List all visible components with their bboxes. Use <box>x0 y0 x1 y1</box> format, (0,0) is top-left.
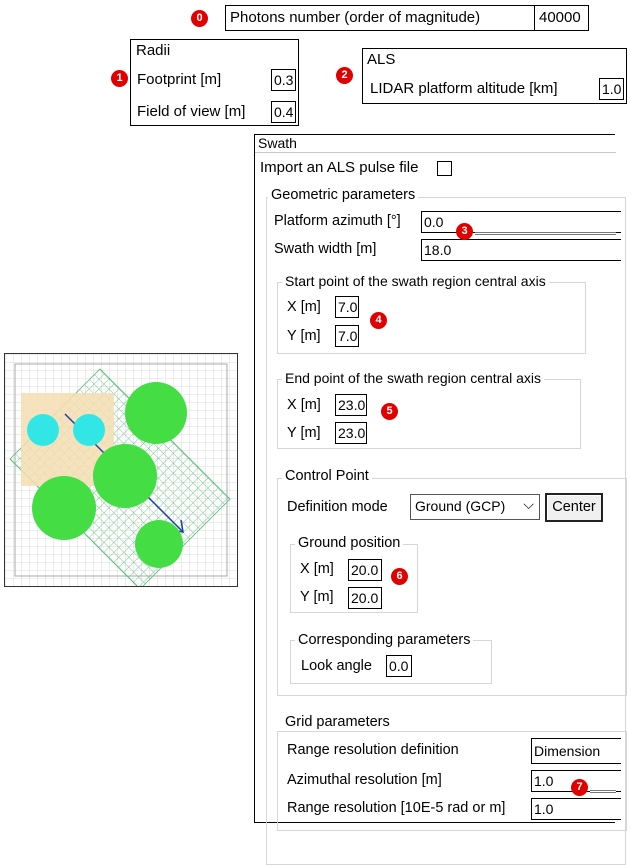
photons-label: Photons number (order of magnitude) <box>230 9 481 26</box>
fov-label: Field of view [m] <box>137 103 246 120</box>
azimuthal-label: Azimuthal resolution [m] <box>287 772 442 788</box>
ground-y-value: 20.0 <box>351 590 379 606</box>
end-group <box>277 379 581 449</box>
photons-value: 40000 <box>539 9 581 26</box>
width-label: Swath width [m] <box>274 241 377 257</box>
fov-value: 0.4 <box>274 104 294 120</box>
range-def-value: Dimension <box>534 743 601 759</box>
azimuth-label: Platform azimuth [°] <box>274 213 401 229</box>
title-separator <box>255 152 616 153</box>
ground-x-value: 20.0 <box>351 562 379 578</box>
range-res-input[interactable]: 1.0 <box>531 798 621 820</box>
start-x-label: X [m] <box>287 299 321 315</box>
cyan-disk <box>73 414 105 446</box>
mode-label: Definition mode <box>287 499 388 515</box>
width-value: 18.0 <box>424 242 452 258</box>
start-x-value: 7.0 <box>338 299 358 315</box>
import-checkbox[interactable] <box>437 161 452 176</box>
grid-title: Grid parameters <box>282 714 393 730</box>
callout-badge-0: 0 <box>191 10 208 27</box>
range-def-select[interactable]: Dimension <box>531 738 621 764</box>
import-label: Import an ALS pulse file <box>260 159 419 176</box>
ground-x-label: X [m] <box>300 561 334 577</box>
end-title: End point of the swath region central ax… <box>282 370 545 386</box>
center-button-label: Center <box>552 499 596 515</box>
photons-label-box: Photons number (order of magnitude) <box>225 5 535 31</box>
altitude-value: 1.0 <box>602 81 622 97</box>
start-x-input[interactable]: 7.0 <box>335 296 359 318</box>
end-y-label: Y [m] <box>287 425 321 441</box>
swath-panel: Swath Import an ALS pulse file Geometric… <box>254 134 627 865</box>
scene-canvas <box>5 354 237 586</box>
end-y-input[interactable]: 23.0 <box>335 422 367 444</box>
start-y-label: Y [m] <box>287 328 321 344</box>
ground-y-label: Y [m] <box>300 589 334 605</box>
mode-select[interactable]: Ground (GCP) ⌵ <box>410 494 540 520</box>
ground-x-input[interactable]: 20.0 <box>348 559 382 581</box>
callout-badge-7: 7 <box>571 779 588 796</box>
start-y-value: 7.0 <box>338 328 358 344</box>
geometric-title: Geometric parameters <box>268 187 419 203</box>
range-def-label: Range resolution definition <box>287 742 459 758</box>
end-x-value: 23.0 <box>338 397 366 413</box>
end-x-label: X [m] <box>287 397 321 413</box>
width-input[interactable]: 18.0 <box>421 239 621 261</box>
mode-value: Ground (GCP) <box>415 498 506 514</box>
corresponding-title: Corresponding parameters <box>295 632 474 648</box>
chevron-down-icon: ⌵ <box>523 496 534 512</box>
callout-badge-3: 3 <box>456 223 473 240</box>
radii-title: Radii <box>136 42 171 59</box>
tree-crown <box>125 382 187 444</box>
footprint-input[interactable]: 0.3 <box>271 69 296 91</box>
range-res-label: Range resolution [10E-5 rad or m] <box>287 800 506 816</box>
azimuth-value: 0.0 <box>424 214 444 230</box>
start-group <box>277 282 586 354</box>
tree-crown <box>93 444 157 508</box>
azimuth-input[interactable]: 0.0 <box>421 211 621 233</box>
als-panel: ALS LIDAR platform altitude [km] 1.0 <box>362 48 627 104</box>
ground-y-input[interactable]: 20.0 <box>348 587 382 609</box>
als-title: ALS <box>367 51 396 68</box>
altitude-label: LIDAR platform altitude [km] <box>370 80 558 97</box>
photons-input[interactable]: 40000 <box>534 5 589 31</box>
look-angle-value: 0.0 <box>389 658 409 674</box>
start-y-input[interactable]: 7.0 <box>335 325 359 347</box>
tree-crown <box>32 476 96 540</box>
start-title: Start point of the swath region central … <box>282 273 549 289</box>
cyan-disk <box>27 414 59 446</box>
altitude-input[interactable]: 1.0 <box>599 78 624 100</box>
look-angle-label: Look angle <box>301 658 372 674</box>
fov-input[interactable]: 0.4 <box>271 101 296 123</box>
callout-badge-6: 6 <box>391 568 408 585</box>
footprint-value: 0.3 <box>274 72 294 88</box>
scene-preview <box>4 353 238 587</box>
field-divider <box>475 232 616 235</box>
field-divider <box>590 790 616 793</box>
end-x-input[interactable]: 23.0 <box>335 394 367 416</box>
look-angle-input[interactable]: 0.0 <box>386 655 412 677</box>
swath-title: Swath <box>258 135 297 151</box>
center-button[interactable]: Center <box>545 493 603 522</box>
tree-crown <box>135 520 183 568</box>
radii-panel: Radii Footprint [m] 0.3 Field of view [m… <box>130 39 299 126</box>
callout-badge-4: 4 <box>370 312 387 329</box>
callout-badge-2: 2 <box>336 67 353 84</box>
callout-badge-1: 1 <box>111 70 128 87</box>
ground-title: Ground position <box>295 535 404 551</box>
azimuthal-value: 1.0 <box>534 773 554 789</box>
control-title: Control Point <box>282 468 372 484</box>
callout-badge-5: 5 <box>381 403 398 420</box>
end-y-value: 23.0 <box>338 425 366 441</box>
footprint-label: Footprint [m] <box>137 71 222 88</box>
range-res-value: 1.0 <box>534 801 554 817</box>
